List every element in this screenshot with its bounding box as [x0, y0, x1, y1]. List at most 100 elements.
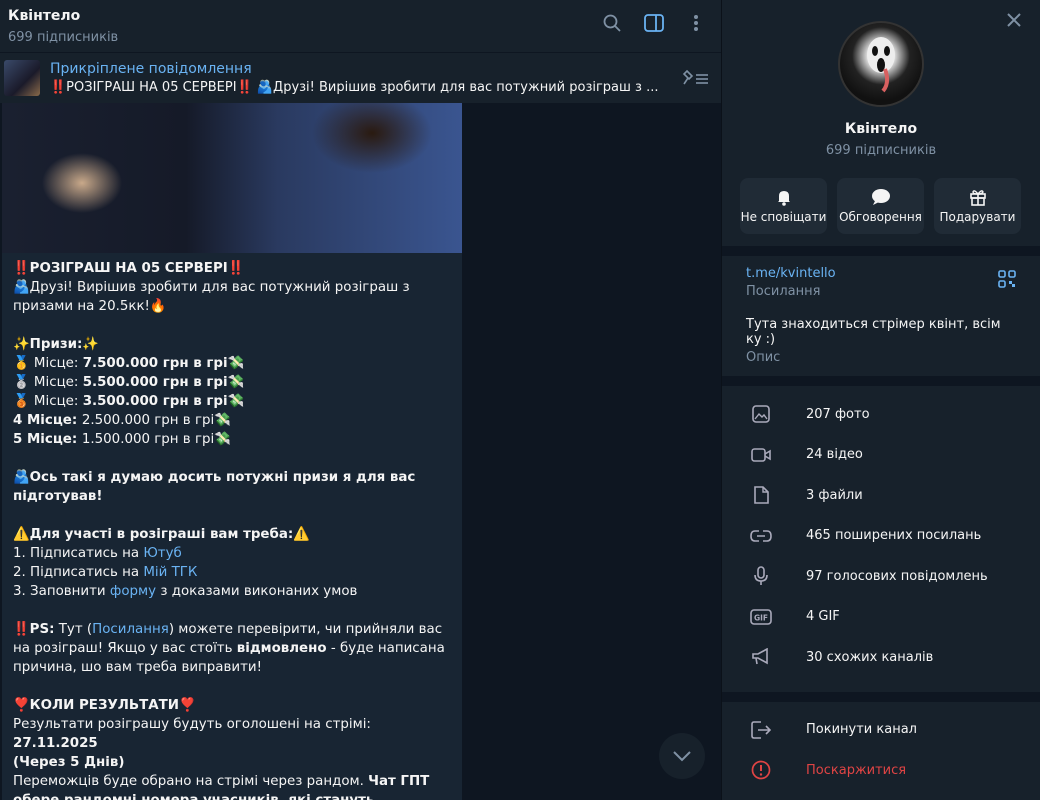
leave-channel-button[interactable]: Покинути канал: [722, 710, 1040, 751]
msg-requirements-title: ⚠️Для участі в розіграші вам треба:⚠️: [13, 527, 310, 542]
report-label: Поскаржитися: [806, 762, 907, 778]
pinned-thumbnail: [4, 60, 40, 96]
link-icon: [750, 529, 772, 543]
channel-name: Квінтело: [844, 121, 918, 137]
form-link[interactable]: форму: [110, 584, 156, 599]
ps-label: ‼️PS:: [13, 622, 55, 637]
chat-subtitle: 699 підписників: [8, 29, 119, 45]
results-text: Результати розіграшу будуть оголошені на…: [13, 717, 371, 732]
media-files[interactable]: 3 файли: [722, 475, 1040, 516]
gift-button[interactable]: Подарувати: [934, 178, 1021, 234]
prize-3-value: 3.500.000 грн в грі: [82, 394, 228, 409]
leave-icon: [750, 720, 772, 739]
discussion-label: Обговорення: [839, 210, 922, 224]
channel-subscribers: 699 підписників: [825, 143, 937, 158]
videos-count: 24 відео: [806, 447, 863, 463]
msg-thinking: 🫂Ось такі я думаю досить потужні призи я…: [13, 470, 416, 504]
gif-icon: GIF: [750, 608, 772, 625]
req-3-suffix: з доказами виконаних умов: [156, 584, 358, 599]
qr-code-icon[interactable]: [998, 270, 1016, 292]
similar-count: 30 схожих каналів: [806, 649, 934, 665]
prize-4-label: 4 Місце:: [13, 413, 82, 428]
ps-text-a: Тут (: [54, 622, 93, 637]
prize-1-value: 7.500.000 грн в грі: [82, 356, 228, 371]
description-label: Опис: [746, 350, 781, 365]
chat-title: Квінтело: [8, 7, 81, 24]
prize-5-label: 5 Місце:: [13, 432, 82, 447]
media-similar-channels[interactable]: 30 схожих каналів: [722, 637, 1040, 678]
req-3-text: 3. Заповнити: [13, 584, 110, 599]
leave-label: Покинути канал: [806, 722, 917, 738]
channel-avatar[interactable]: [838, 21, 924, 107]
prize-5-value: 1.500.000 грн в грі💸: [81, 432, 231, 447]
channel-link[interactable]: t.me/kvintello: [746, 266, 1016, 281]
ps-declined: відмовлено: [236, 641, 327, 656]
money-emoji: 💸: [227, 394, 245, 409]
message-bubble: ‼️РОЗІГРАШ НА 05 СЕРВЕРІ‼️ 🫂Друзі! Виріш…: [2, 103, 462, 800]
file-icon: [750, 486, 772, 505]
megaphone-icon: [750, 648, 772, 666]
sidebar-toggle-icon[interactable]: [643, 12, 665, 34]
pinned-label: Прикріплене повідомлення: [50, 61, 252, 77]
mute-label: Не сповіщати: [740, 210, 827, 224]
chat-area: Квінтело 699 підписників Прикріплене пов…: [0, 0, 722, 800]
media-links[interactable]: 465 поширених посилань: [722, 516, 1040, 557]
msg-results-title: ❣️КОЛИ РЕЗУЛЬТАТИ❣️: [13, 698, 196, 713]
link-label: Посилання: [746, 284, 821, 299]
search-icon[interactable]: [601, 12, 623, 34]
media-gifs[interactable]: GIF 4 GIF: [722, 597, 1040, 638]
pinned-list-icon[interactable]: [681, 69, 709, 91]
photos-count: 207 фото: [806, 406, 870, 422]
channel-info: t.me/kvintello Посилання Тута знаходитьс…: [722, 256, 1040, 376]
media-voice[interactable]: 97 голосових повідомлень: [722, 556, 1040, 597]
chevron-down-icon: [673, 751, 691, 762]
money-emoji: 💸: [227, 375, 245, 390]
channel-info-panel: Квінтело 699 підписників Не сповіщати Об…: [722, 0, 1040, 800]
files-count: 3 файли: [806, 487, 863, 503]
video-icon: [750, 447, 772, 463]
photo-icon: [750, 405, 772, 424]
more-icon[interactable]: [685, 12, 707, 34]
money-emoji: 💸: [227, 356, 245, 371]
prize-3-label: 🥉 Місце:: [13, 394, 83, 409]
msg-prizes-title: ✨Призи:✨: [13, 337, 100, 352]
prize-1-label: 🥇 Місце:: [13, 356, 83, 371]
req-2-text: 2. Підписатись на: [13, 565, 144, 580]
gift-label: Подарувати: [939, 210, 1016, 224]
youtube-link[interactable]: Ютуб: [143, 546, 181, 561]
mute-button[interactable]: Не сповіщати: [740, 178, 827, 234]
warning-icon: [750, 760, 772, 780]
links-count: 465 поширених посилань: [806, 528, 982, 544]
divider: [722, 246, 1040, 256]
voice-count: 97 голосових повідомлень: [806, 568, 988, 584]
message-text: ‼️РОЗІГРАШ НА 05 СЕРВЕРІ‼️ 🫂Друзі! Виріш…: [2, 253, 462, 800]
req-1-text: 1. Підписатись на: [13, 546, 144, 561]
pinned-message-bar[interactable]: Прикріплене повідомлення ‼️РОЗІГРАШ НА 0…: [0, 52, 721, 103]
svg-text:GIF: GIF: [754, 613, 768, 622]
prize-4-value: 2.500.000 грн в грі💸: [81, 413, 231, 428]
results-days: (Через 5 Днів): [13, 755, 125, 770]
message-photo[interactable]: [2, 103, 462, 253]
bell-icon: [777, 191, 790, 206]
discussion-button[interactable]: Обговорення: [837, 178, 924, 234]
close-icon[interactable]: [1006, 12, 1022, 32]
pinned-text: ‼️РОЗІГРАШ НА 05 СЕРВЕРІ‼️ 🫂Друзі! Виріш…: [50, 80, 659, 95]
microphone-icon: [750, 566, 772, 586]
msg-headline: ‼️РОЗІГРАШ НА 05 СЕРВЕРІ‼️: [13, 261, 245, 276]
winners-text: Переможців буде обрано на стрімі через р…: [13, 774, 369, 789]
msg-intro: 🫂Друзі! Вирішив зробити для вас потужний…: [13, 280, 410, 314]
media-photos[interactable]: 207 фото: [722, 394, 1040, 435]
tgk-link[interactable]: Мій ТГК: [143, 565, 197, 580]
prize-2-label: 🥈 Місце:: [13, 375, 83, 390]
ps-link[interactable]: Посилання: [92, 622, 169, 637]
chat-header[interactable]: Квінтело 699 підписників: [0, 0, 721, 52]
gift-icon: [969, 190, 986, 206]
results-date: 27.11.2025: [13, 736, 98, 751]
media-videos[interactable]: 24 відео: [722, 435, 1040, 476]
chat-bubble-icon: [871, 189, 890, 205]
scroll-down-button[interactable]: [659, 733, 705, 779]
media-list: 207 фото 24 відео 3 файли 465 поширених …: [722, 386, 1040, 678]
prize-2-value: 5.500.000 грн в грі: [82, 375, 228, 390]
report-button[interactable]: Поскаржитися: [722, 750, 1040, 791]
divider: [722, 376, 1040, 386]
